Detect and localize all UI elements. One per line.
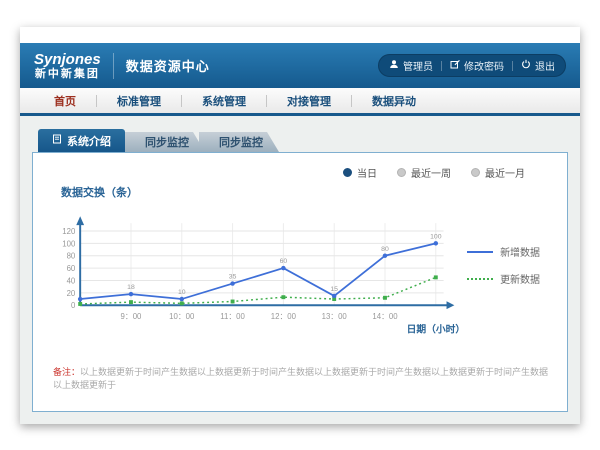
tab-label: 同步监控 <box>145 134 189 150</box>
legend-label: 新增数据 <box>500 244 540 259</box>
solid-line-icon <box>467 251 493 253</box>
svg-text:20: 20 <box>67 289 76 298</box>
svg-text:60: 60 <box>280 258 288 265</box>
header-divider <box>113 53 114 79</box>
page-top-strip <box>20 27 580 43</box>
radio-last-month[interactable]: 最近一月 <box>471 165 525 180</box>
content-area: 系统介绍 同步监控 同步监控 当日 最近一周 <box>20 116 580 424</box>
svg-text:日期（小时）: 日期（小时） <box>407 323 466 336</box>
power-icon <box>521 59 531 72</box>
edit-icon <box>450 59 460 72</box>
document-icon <box>52 134 62 147</box>
radio-last-week[interactable]: 最近一周 <box>397 165 451 180</box>
app-title: 数据资源中心 <box>126 56 210 75</box>
tab-sync-monitor-2[interactable]: 同步监控 <box>199 132 279 152</box>
nav-item-home[interactable]: 首页 <box>34 93 96 109</box>
page-window: Synjones 新中新集团 数据资源中心 管理员 修改密码 <box>20 27 580 424</box>
radio-today[interactable]: 当日 <box>343 165 377 180</box>
svg-text:80: 80 <box>381 246 389 253</box>
admin-user-button[interactable]: 管理员 <box>389 58 433 73</box>
svg-text:100: 100 <box>430 233 442 240</box>
userbar-divider <box>441 61 442 71</box>
svg-text:10：00: 10：00 <box>169 312 195 321</box>
svg-text:10: 10 <box>178 289 186 296</box>
logo-cn-text: 新中新集团 <box>35 69 100 80</box>
svg-text:80: 80 <box>67 252 76 261</box>
radio-label: 最近一周 <box>411 165 451 180</box>
nav-item-standard-mgmt[interactable]: 标准管理 <box>97 93 181 109</box>
chart-y-axis-title: 数据交换（条） <box>61 184 555 200</box>
logo-en-text: Synjones <box>34 52 101 67</box>
svg-text:14：00: 14：00 <box>372 312 398 321</box>
svg-text:9：00: 9：00 <box>121 312 142 321</box>
svg-text:40: 40 <box>67 276 76 285</box>
change-password-label: 修改密码 <box>464 58 504 73</box>
svg-text:35: 35 <box>229 274 237 281</box>
nav-item-system-mgmt[interactable]: 系统管理 <box>182 93 266 109</box>
svg-text:120: 120 <box>62 227 76 236</box>
logout-label: 退出 <box>535 58 555 73</box>
tab-label: 系统介绍 <box>67 133 111 149</box>
radio-label: 最近一月 <box>485 165 525 180</box>
time-range-filter: 当日 最近一周 最近一月 <box>45 161 555 180</box>
app-header: Synjones 新中新集团 数据资源中心 管理员 修改密码 <box>20 43 580 88</box>
tab-bar: 系统介绍 同步监控 同步监控 <box>38 129 568 152</box>
footnote: 备注：以上数据更新于时间产生数据以上数据更新于时间产生数据以上数据更新于时间产生… <box>45 366 555 391</box>
svg-text:0: 0 <box>71 301 76 310</box>
company-logo: Synjones 新中新集团 <box>34 52 101 80</box>
radio-dot-icon <box>397 168 406 177</box>
footnote-prefix: 备注： <box>53 367 80 377</box>
legend-label: 更新数据 <box>500 271 540 286</box>
legend-item-new-data: 新增数据 <box>467 244 555 259</box>
logout-button[interactable]: 退出 <box>521 58 555 73</box>
nav-item-interface-mgmt[interactable]: 对接管理 <box>267 93 351 109</box>
chart-row: 0 20 40 60 80 100 120 9：00 10：00 11：00 12：00 13：00 1… <box>45 202 555 342</box>
radio-dot-icon <box>343 168 352 177</box>
tab-sync-monitor-1[interactable]: 同步监控 <box>125 132 205 152</box>
radio-label: 当日 <box>357 165 377 180</box>
brand-block: Synjones 新中新集团 数据资源中心 <box>34 52 210 80</box>
svg-text:18: 18 <box>127 284 135 291</box>
user-toolbar: 管理员 修改密码 退出 <box>378 54 566 77</box>
footnote-text: 以上数据更新于时间产生数据以上数据更新于时间产生数据以上数据更新于时间产生数据以… <box>53 367 548 390</box>
svg-text:60: 60 <box>67 264 76 273</box>
tab-system-intro[interactable]: 系统介绍 <box>38 129 125 152</box>
nav-item-data-change[interactable]: 数据异动 <box>352 93 436 109</box>
main-nav: 首页 标准管理 系统管理 对接管理 数据异动 <box>20 88 580 116</box>
tab-label: 同步监控 <box>219 134 263 150</box>
change-password-button[interactable]: 修改密码 <box>450 58 504 73</box>
browser-canvas: Synjones 新中新集团 数据资源中心 管理员 修改密码 <box>0 0 600 450</box>
radio-dot-icon <box>471 168 480 177</box>
line-chart: 0 20 40 60 80 100 120 9：00 10：00 11：00 12：00 13：00 1… <box>45 202 467 342</box>
series-legend: 新增数据 更新数据 <box>467 244 555 286</box>
chart-panel: 当日 最近一周 最近一月 数据交换（条） 0 20 40 60 80 100 120 9：00… <box>32 152 568 412</box>
svg-text:15: 15 <box>330 286 338 293</box>
admin-user-label: 管理员 <box>403 58 433 73</box>
svg-text:11：00: 11：00 <box>220 312 245 321</box>
svg-text:12：00: 12：00 <box>271 312 297 321</box>
dotted-line-icon <box>467 278 493 280</box>
user-icon <box>389 59 399 72</box>
userbar-divider <box>512 61 513 71</box>
svg-text:13：00: 13：00 <box>322 312 348 321</box>
svg-text:100: 100 <box>62 239 76 248</box>
legend-item-update-data: 更新数据 <box>467 271 555 286</box>
